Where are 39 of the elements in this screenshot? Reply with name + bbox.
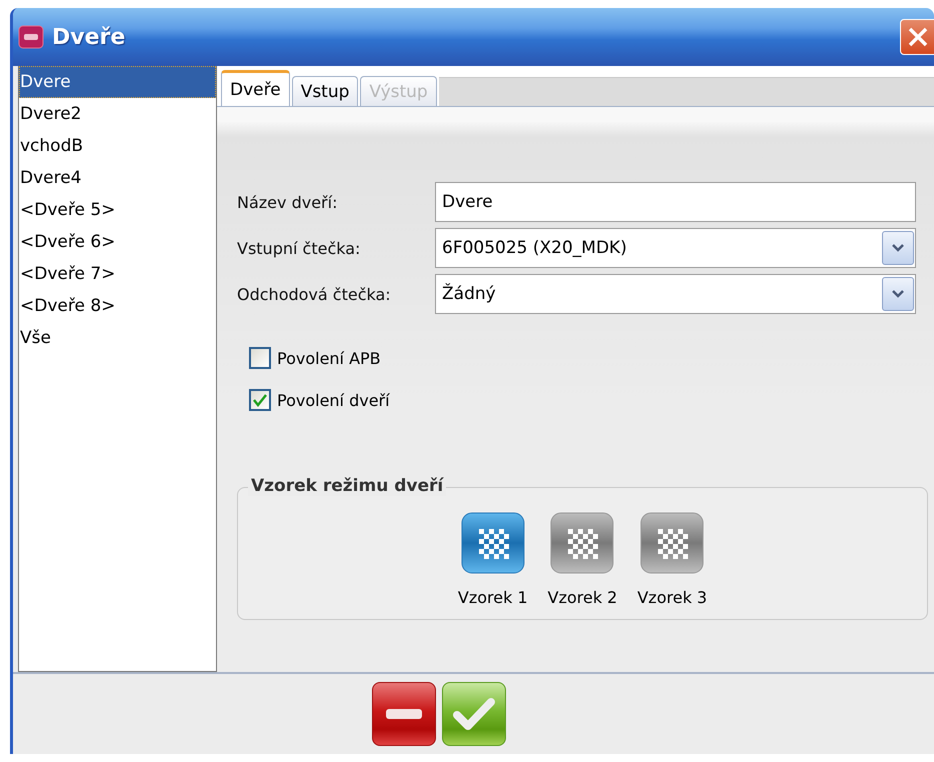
checkbox-label: Povolení dveří xyxy=(277,390,390,410)
tab[interactable]: Dveře xyxy=(221,70,290,106)
field-label: Vstupní čtečka: xyxy=(237,238,362,258)
door-list-item[interactable]: vchodB xyxy=(19,130,216,162)
checkmark-icon xyxy=(452,697,494,731)
pattern-option[interactable]: Vzorek 3 xyxy=(637,512,708,607)
cancel-button[interactable] xyxy=(372,682,436,746)
door-list-item[interactable]: <Dveře 8> xyxy=(19,290,216,322)
field-label: Odchodová čtečka: xyxy=(237,284,392,304)
door-list-item[interactable]: Vše xyxy=(19,322,216,354)
minus-icon xyxy=(384,708,422,720)
door-list-item[interactable]: Dvere xyxy=(19,66,216,98)
window-title: Dveře xyxy=(52,24,126,50)
dropdown-field[interactable]: 6F005025 (X20_MDK) xyxy=(435,228,916,268)
checkered-pattern-icon xyxy=(460,512,525,574)
checkered-pattern-icon xyxy=(640,512,704,574)
checkbox[interactable] xyxy=(249,347,271,369)
dropdown-button[interactable] xyxy=(882,231,914,265)
checkbox[interactable] xyxy=(249,389,271,411)
door-list-item[interactable]: Dvere2 xyxy=(19,98,216,130)
chevron-down-icon xyxy=(891,289,905,299)
door-list-item[interactable]: <Dveře 6> xyxy=(19,226,216,258)
chevron-down-icon xyxy=(891,243,905,253)
confirm-button[interactable] xyxy=(442,682,506,746)
dropdown-button[interactable] xyxy=(882,277,914,311)
dropdown-field[interactable]: Žádný xyxy=(435,274,916,314)
door-list-item[interactable]: <Dveře 7> xyxy=(19,258,216,290)
app-icon xyxy=(18,25,44,49)
pattern-option[interactable]: Vzorek 1 xyxy=(458,512,528,607)
door-list-item[interactable]: Dvere4 xyxy=(19,162,216,194)
input-field[interactable]: Dvere xyxy=(435,182,916,222)
field-label: Název dveří: xyxy=(237,192,338,212)
close-button[interactable] xyxy=(900,19,934,55)
door-list-item[interactable]: <Dveře 5> xyxy=(19,194,216,226)
close-icon xyxy=(907,26,929,48)
checkered-pattern-icon xyxy=(550,512,614,574)
tab[interactable]: Vstup xyxy=(292,76,358,106)
checkbox-label: Povolení APB xyxy=(277,348,381,368)
pattern-option[interactable]: Vzorek 2 xyxy=(548,512,618,607)
